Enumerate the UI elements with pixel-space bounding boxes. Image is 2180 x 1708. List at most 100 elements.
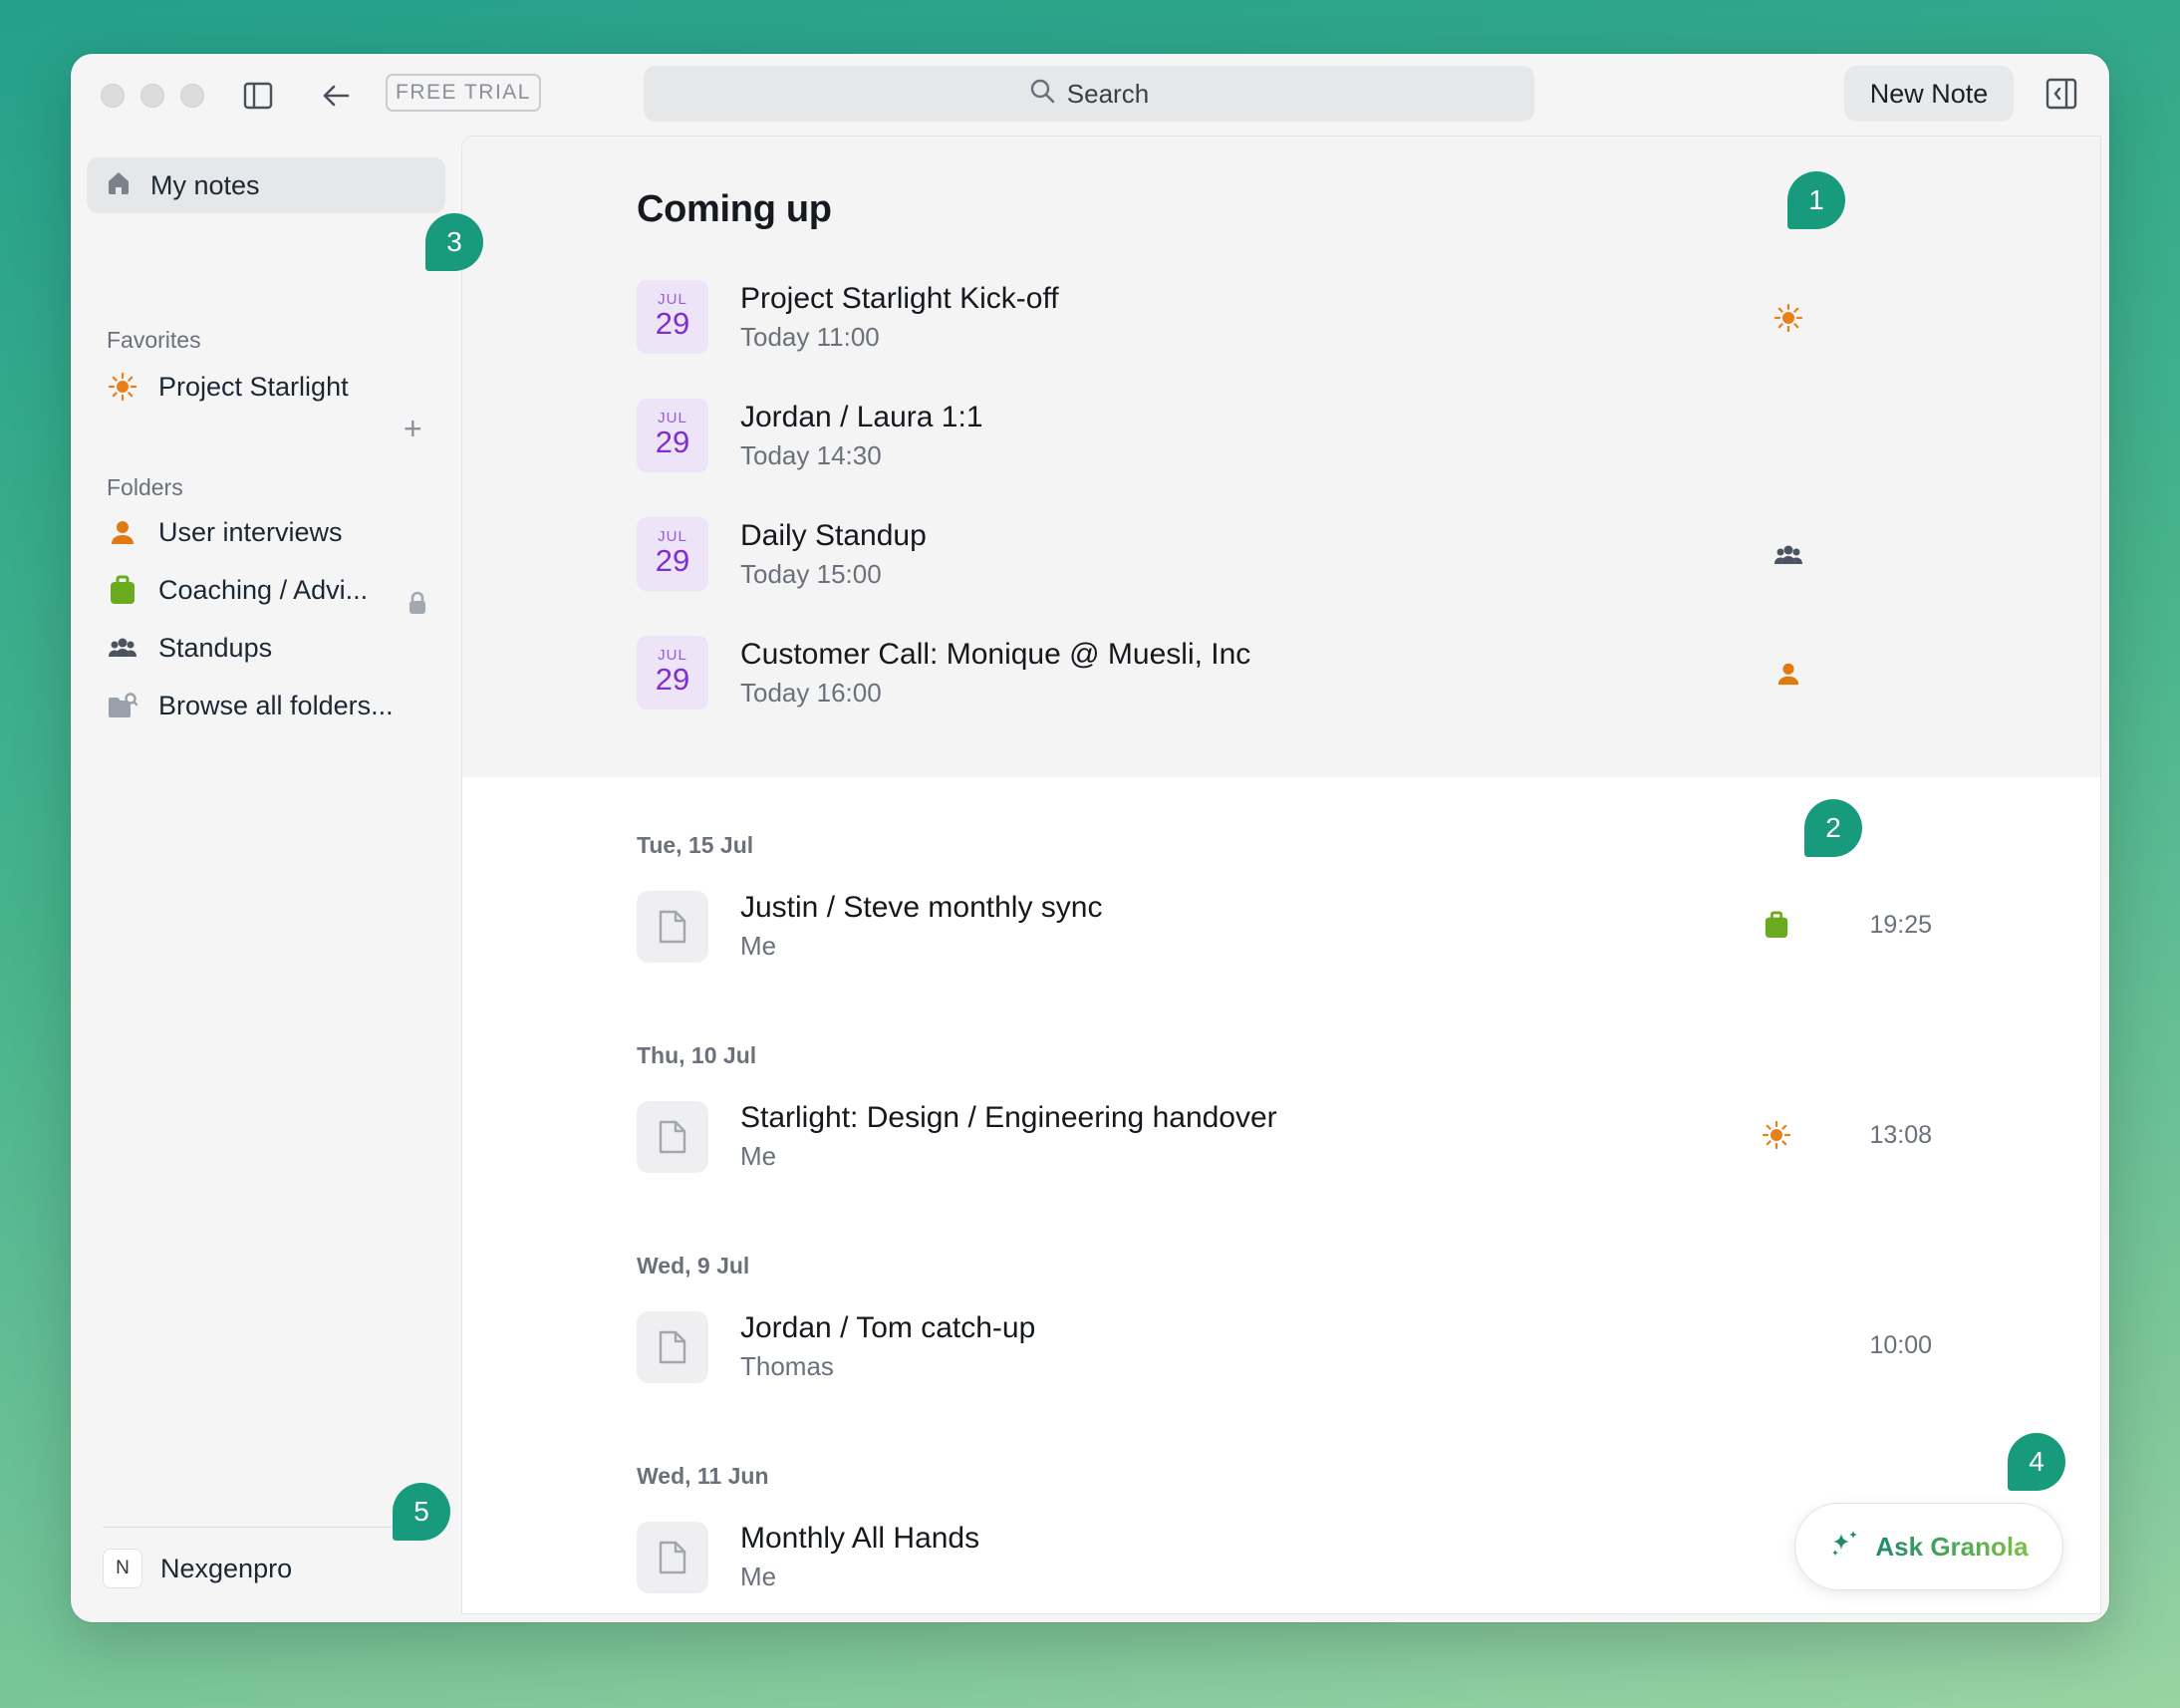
sidebar-item-label: Project Starlight [158, 371, 349, 402]
callout-marker: 4 [2008, 1433, 2065, 1491]
sidebar-item-my-notes[interactable]: My notes [87, 157, 445, 213]
folder-search-icon [107, 692, 138, 719]
ask-granola-button[interactable]: Ask Granola [1794, 1503, 2063, 1590]
search-placeholder: Search [1066, 78, 1150, 109]
main-content: Coming up JUL 29 Project Starlight Kick-… [461, 136, 2101, 1614]
note-time: 10:00 [1869, 1331, 1932, 1359]
event-month: JUL [658, 647, 687, 665]
sidebar-item-coaching[interactable]: Coaching / Advi... [107, 570, 368, 610]
sidebar-item-user-interviews[interactable]: User interviews [107, 512, 343, 552]
calendar-date-badge: JUL 29 [637, 517, 708, 591]
note-title: Jordan / Tom catch-up [740, 1311, 1036, 1344]
event-month: JUL [658, 291, 687, 309]
sidebar-item-label: Coaching / Advi... [158, 574, 369, 605]
ask-granola-label: Ask Granola [1875, 1531, 2029, 1562]
note-time: 13:08 [1869, 1121, 1932, 1149]
note-title: Starlight: Design / Engineering handover [740, 1101, 1277, 1134]
search-bar[interactable]: Search [644, 66, 1534, 122]
event-time: Today 11:00 [740, 322, 880, 352]
group-icon [1772, 539, 1804, 571]
free-trial-badge[interactable]: FREE TRIAL [386, 74, 541, 112]
note-item[interactable]: Justin / Steve monthly sync Me 19:25 [637, 891, 1932, 971]
sidebar-item-label: Standups [158, 632, 273, 663]
event-title: Project Starlight Kick-off [740, 282, 1059, 315]
event-day: 29 [655, 306, 690, 342]
sun-icon [107, 372, 138, 402]
workspace-name: Nexgenpro [160, 1553, 293, 1583]
date-heading: Wed, 11 Jun [637, 1463, 769, 1489]
event-item[interactable]: JUL 29 Project Starlight Kick-off Today … [637, 280, 1932, 360]
document-icon [637, 1311, 708, 1383]
coming-up-section: Coming up JUL 29 Project Starlight Kick-… [462, 137, 2100, 777]
search-icon [1029, 78, 1055, 111]
calendar-date-badge: JUL 29 [637, 399, 708, 472]
calendar-date-badge: JUL 29 [637, 280, 708, 354]
sidebar-divider [103, 1527, 431, 1528]
sparkle-icon [1829, 1528, 1861, 1566]
sidebar-item-label: User interviews [158, 516, 343, 547]
note-title: Justin / Steve monthly sync [740, 891, 1103, 924]
event-time: Today 15:00 [740, 559, 882, 589]
note-title: Monthly All Hands [740, 1522, 980, 1555]
event-month: JUL [658, 528, 687, 546]
briefcase-icon [107, 575, 138, 605]
sidebar-item-standups[interactable]: Standups [107, 628, 272, 668]
sidebar-item-browse-folders[interactable]: Browse all folders... [107, 686, 394, 725]
new-note-button[interactable]: New Note [1844, 66, 2014, 122]
zoom-window-button[interactable] [180, 84, 204, 108]
workspace-avatar: N [103, 1549, 142, 1588]
event-day: 29 [655, 662, 690, 698]
briefcase-icon [1761, 909, 1792, 941]
sidebar-item-project-starlight[interactable]: Project Starlight [107, 367, 349, 407]
note-item[interactable]: Jordan / Tom catch-up Thomas 10:00 [637, 1311, 1932, 1391]
event-item[interactable]: JUL 29 Daily Standup Today 15:00 [637, 517, 1932, 597]
title-bar: FREE TRIAL Search New Note [71, 54, 2109, 136]
document-icon [637, 1101, 708, 1173]
event-title: Jordan / Laura 1:1 [740, 401, 983, 433]
event-time: Today 14:30 [740, 440, 882, 470]
minimize-window-button[interactable] [140, 84, 164, 108]
sidebar-item-label: My notes [150, 169, 260, 200]
note-item[interactable]: Monthly All Hands Me [637, 1522, 1932, 1601]
event-title: Customer Call: Monique @ Muesli, Inc [740, 638, 1251, 671]
sun-icon [1772, 302, 1804, 334]
date-heading: Tue, 15 Jul [637, 832, 754, 858]
document-icon [637, 891, 708, 963]
callout-marker: 2 [1804, 799, 1862, 857]
right-panel-toggle-icon[interactable] [2042, 74, 2081, 114]
folders-heading: Folders [107, 474, 183, 500]
sidebar-toggle-icon[interactable] [238, 76, 278, 116]
add-folder-icon[interactable]: + [404, 413, 422, 444]
close-window-button[interactable] [101, 84, 125, 108]
event-item[interactable]: JUL 29 Jordan / Laura 1:1 Today 14:30 [637, 399, 1932, 478]
note-author: Me [740, 931, 777, 961]
workspace-switcher[interactable]: N Nexgenpro [103, 1549, 292, 1588]
callout-marker: 3 [425, 213, 483, 271]
back-arrow-icon[interactable] [316, 76, 356, 116]
coming-up-title: Coming up [637, 188, 832, 230]
note-item[interactable]: Starlight: Design / Engineering handover… [637, 1101, 1932, 1181]
event-day: 29 [655, 425, 690, 460]
event-day: 29 [655, 543, 690, 579]
lock-icon [408, 591, 427, 620]
event-month: JUL [658, 410, 687, 427]
note-time: 19:25 [1869, 911, 1932, 939]
note-author: Thomas [740, 1351, 834, 1381]
group-icon [107, 635, 138, 661]
event-title: Daily Standup [740, 519, 927, 552]
callout-marker: 5 [393, 1483, 450, 1541]
note-author: Me [740, 1141, 777, 1171]
sun-icon [1761, 1119, 1792, 1151]
event-time: Today 16:00 [740, 678, 882, 708]
sidebar: My notes Favorites Project Starlight Fol… [71, 136, 461, 1622]
favorites-heading: Favorites [107, 327, 201, 353]
document-icon [637, 1522, 708, 1593]
date-heading: Thu, 10 Jul [637, 1042, 757, 1068]
home-icon [105, 168, 133, 203]
callout-marker: 1 [1787, 171, 1845, 229]
person-icon [107, 518, 138, 546]
event-item[interactable]: JUL 29 Customer Call: Monique @ Muesli, … [637, 636, 1932, 715]
sidebar-item-label: Browse all folders... [158, 690, 394, 720]
date-heading: Wed, 9 Jul [637, 1253, 750, 1279]
note-author: Me [740, 1562, 777, 1591]
